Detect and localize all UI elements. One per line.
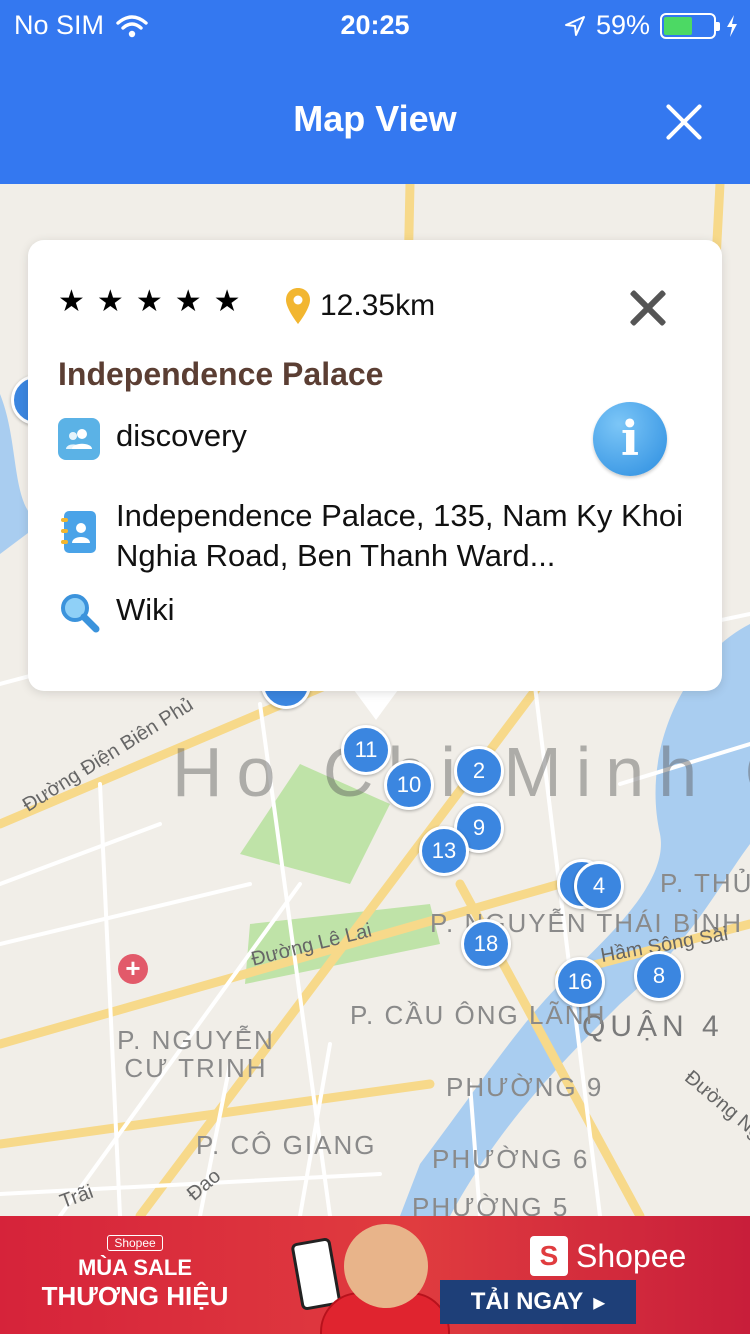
area-label: PHƯỜNG 9 [446,1072,604,1102]
area-label: P. CÔ GIANG [196,1130,377,1160]
ad-sale-text: Shopee MÙA SALE THƯƠNG HIỆU [40,1234,230,1312]
ad-line-1: MÙA SALE [77,1255,193,1280]
distance-value: 12.35km [320,289,436,322]
address-text: Independence Palace, 135, Nam Ky Khoi Ng… [116,498,683,573]
ad-person [344,1224,428,1308]
wiki-link[interactable]: Wiki [58,592,175,634]
info-icon[interactable]: i [593,402,667,476]
place-callout: ★ ★ ★ ★ ★ 12.35km Independence Palace di… [28,240,722,691]
area-label: PHƯỜNG 6 [432,1144,590,1174]
star-icon: ★ [174,285,202,318]
area-label: PHƯỜNG 5 [412,1192,570,1216]
battery-percent: 59% [595,10,650,40]
search-icon [61,594,100,633]
star-icon: ★ [96,285,124,318]
place-title: Independence Palace [58,356,384,392]
hospital-icon: + [118,954,148,984]
area-label: P. THỦ [660,868,750,898]
address-book-icon [61,511,96,553]
map-marker[interactable]: 11 [341,725,391,775]
area-label: P. CẦU ÔNG LÃNH [350,1000,607,1030]
location-pin-icon [286,288,310,324]
close-callout-button[interactable] [628,288,668,328]
battery-icon [660,12,720,39]
status-bar: No SIM 20:25 59% [0,0,750,50]
group-icon [58,418,100,460]
charging-bolt-icon [727,14,737,37]
ad-tag: Shopee [107,1235,163,1251]
category-label: discovery [116,418,247,453]
distance: 12.35km [286,288,435,324]
map-marker[interactable]: 8 [634,951,684,1001]
wiki-label: Wiki [116,592,175,627]
brand-name: Shopee [576,1237,687,1274]
map-marker[interactable]: 13 [419,826,469,876]
top-bar: No SIM 20:25 59% Map View [0,0,750,184]
star-icon: ★ [135,285,163,318]
page-title: Map View [293,98,457,139]
ad-line-2: THƯƠNG HIỆU [41,1281,229,1311]
rating-stars: ★ ★ ★ ★ ★ [58,284,241,319]
map-marker[interactable]: 2 [454,746,504,796]
callout-pointer [354,690,398,720]
location-arrow-icon [564,15,585,36]
cta-label: TẢI NGAY [470,1288,584,1315]
map-marker[interactable]: 10 [384,760,434,810]
status-right: 59% [564,10,738,41]
play-arrow-icon: ▸ [593,1288,606,1316]
star-icon: ★ [213,285,241,318]
category-row: discovery [58,418,247,460]
ad-banner[interactable]: Shopee MÙA SALE THƯƠNG HIỆU S Shopee TẢI… [0,1216,750,1334]
download-now-button[interactable]: TẢI NGAY ▸ [440,1280,636,1324]
map-marker[interactable]: 4 [574,861,624,911]
star-icon: ★ [58,285,85,318]
shopee-bag-icon: S [530,1236,568,1276]
area-label: P. NGUYỄN CƯ TRINH [117,1025,275,1083]
map-marker[interactable]: 18 [461,919,511,969]
close-icon[interactable] [662,100,706,144]
address-row: Independence Palace, 135, Nam Ky Khoi Ng… [58,496,696,576]
shopee-logo: S Shopee [530,1236,686,1276]
map-marker[interactable]: 16 [555,957,605,1007]
